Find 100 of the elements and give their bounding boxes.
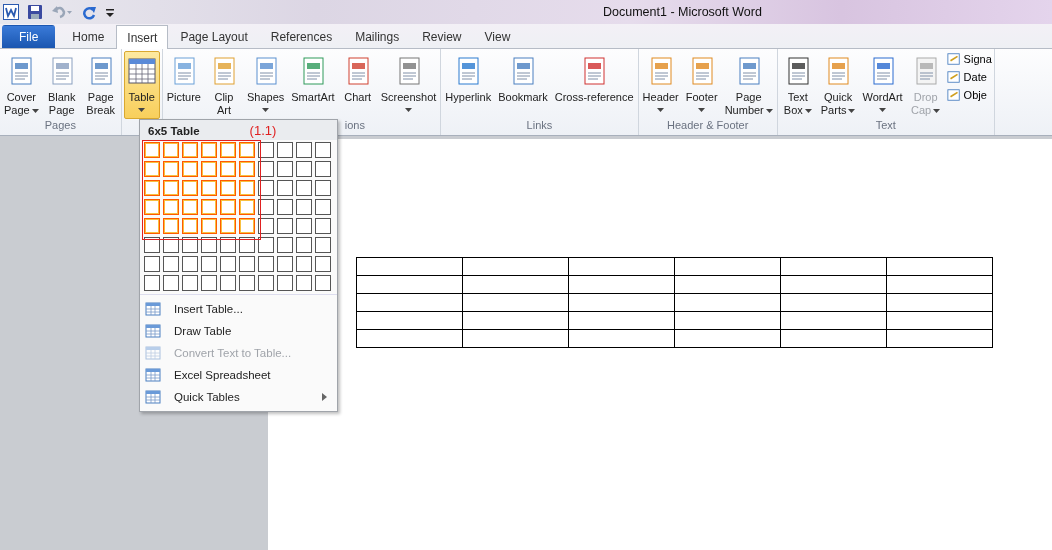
file-tab[interactable]: File [2,25,56,48]
ribbon-tab[interactable]: View [473,25,522,48]
grid-cell[interactable] [277,199,293,215]
grid-cell[interactable] [182,142,198,158]
grid-cell[interactable] [182,161,198,177]
grid-cell[interactable] [239,161,255,177]
ribbon-tab[interactable]: Mailings [344,25,411,48]
grid-cell[interactable] [163,180,179,196]
grid-cell[interactable] [258,237,274,253]
grid-cell[interactable] [315,275,331,291]
grid-cell[interactable] [182,180,198,196]
grid-cell[interactable] [277,218,293,234]
ribbon-button[interactable]: Footer [683,51,720,119]
ribbon-button[interactable]: Chart [339,51,376,119]
grid-cell[interactable] [144,275,160,291]
grid-cell[interactable] [277,142,293,158]
grid-cell[interactable] [296,180,312,196]
grid-cell[interactable] [163,142,179,158]
grid-cell[interactable] [220,199,236,215]
grid-cell[interactable] [182,256,198,272]
grid-cell[interactable] [239,218,255,234]
grid-cell[interactable] [277,161,293,177]
grid-cell[interactable] [144,199,160,215]
ribbon-small-button[interactable]: Date [946,70,992,84]
grid-cell[interactable] [220,161,236,177]
grid-cell[interactable] [239,256,255,272]
ribbon-button[interactable]: Bookmark [496,51,550,119]
grid-cell[interactable] [277,275,293,291]
grid-cell[interactable] [315,199,331,215]
grid-cell[interactable] [201,142,217,158]
ribbon-button[interactable]: Quick Parts [818,51,858,119]
grid-cell[interactable] [220,256,236,272]
grid-cell[interactable] [201,199,217,215]
grid-cell[interactable] [201,180,217,196]
grid-cell[interactable] [258,256,274,272]
grid-cell[interactable] [144,180,160,196]
ribbon-button[interactable]: Text Box [779,51,816,119]
ribbon-tab[interactable]: References [259,25,344,48]
grid-cell[interactable] [239,275,255,291]
ribbon-button[interactable]: Hyperlink [443,51,494,119]
ribbon-small-button[interactable]: Obje [946,88,992,102]
ribbon-button[interactable]: Picture [164,51,203,119]
menu-item[interactable]: Draw Table [140,320,337,342]
grid-cell[interactable] [163,161,179,177]
grid-cell[interactable] [296,161,312,177]
grid-cell[interactable] [239,199,255,215]
ribbon-button[interactable]: Screenshot [378,51,439,119]
ribbon-tab[interactable]: Insert [116,25,169,49]
ribbon-button[interactable]: Shapes [244,51,287,119]
grid-cell[interactable] [277,256,293,272]
grid-cell[interactable] [163,199,179,215]
ribbon-button[interactable]: Blank Page [43,51,80,119]
word-logo-icon[interactable] [3,4,19,20]
grid-cell[interactable] [163,256,179,272]
grid-cell[interactable] [144,142,160,158]
grid-cell[interactable] [144,161,160,177]
grid-cell[interactable] [144,218,160,234]
menu-item[interactable]: Quick Tables [140,386,337,408]
save-icon[interactable] [27,4,43,20]
ribbon-button[interactable]: Page Break [82,51,119,119]
grid-cell[interactable] [220,142,236,158]
grid-cell[interactable] [239,180,255,196]
grid-cell[interactable] [220,275,236,291]
menu-item[interactable]: Insert Table... [140,298,337,320]
grid-cell[interactable] [239,142,255,158]
grid-cell[interactable] [201,275,217,291]
ribbon-button[interactable]: Cover Page [2,51,41,119]
grid-cell[interactable] [315,161,331,177]
grid-cell[interactable] [315,256,331,272]
grid-cell[interactable] [277,237,293,253]
menu-item[interactable]: Excel Spreadsheet [140,364,337,386]
grid-cell[interactable] [296,237,312,253]
grid-cell[interactable] [163,218,179,234]
grid-cell[interactable] [277,180,293,196]
grid-cell[interactable] [315,180,331,196]
grid-cell[interactable] [296,275,312,291]
grid-cell[interactable] [315,218,331,234]
ribbon-tab[interactable]: Home [61,25,116,48]
grid-cell[interactable] [220,180,236,196]
ribbon-tab[interactable]: Page Layout [169,25,259,48]
grid-cell[interactable] [258,275,274,291]
grid-cell[interactable] [315,237,331,253]
grid-cell[interactable] [182,218,198,234]
ribbon-small-button[interactable]: Signa [946,52,992,66]
redo-icon[interactable] [81,4,97,20]
ribbon-button[interactable]: WordArt [860,51,905,119]
ribbon-button[interactable]: Header [640,51,681,119]
grid-cell[interactable] [315,142,331,158]
grid-cell[interactable] [182,199,198,215]
ribbon-button[interactable]: Clip Art [205,51,242,119]
grid-cell[interactable] [201,161,217,177]
ribbon-button[interactable]: SmartArt [289,51,337,119]
grid-cell[interactable] [201,256,217,272]
ribbon-button[interactable]: Table [123,51,160,119]
ribbon-button[interactable]: Cross-reference [552,51,636,119]
grid-cell[interactable] [163,275,179,291]
grid-cell[interactable] [296,256,312,272]
ribbon-tab[interactable]: Review [411,25,473,48]
grid-cell[interactable] [201,218,217,234]
grid-cell[interactable] [296,199,312,215]
